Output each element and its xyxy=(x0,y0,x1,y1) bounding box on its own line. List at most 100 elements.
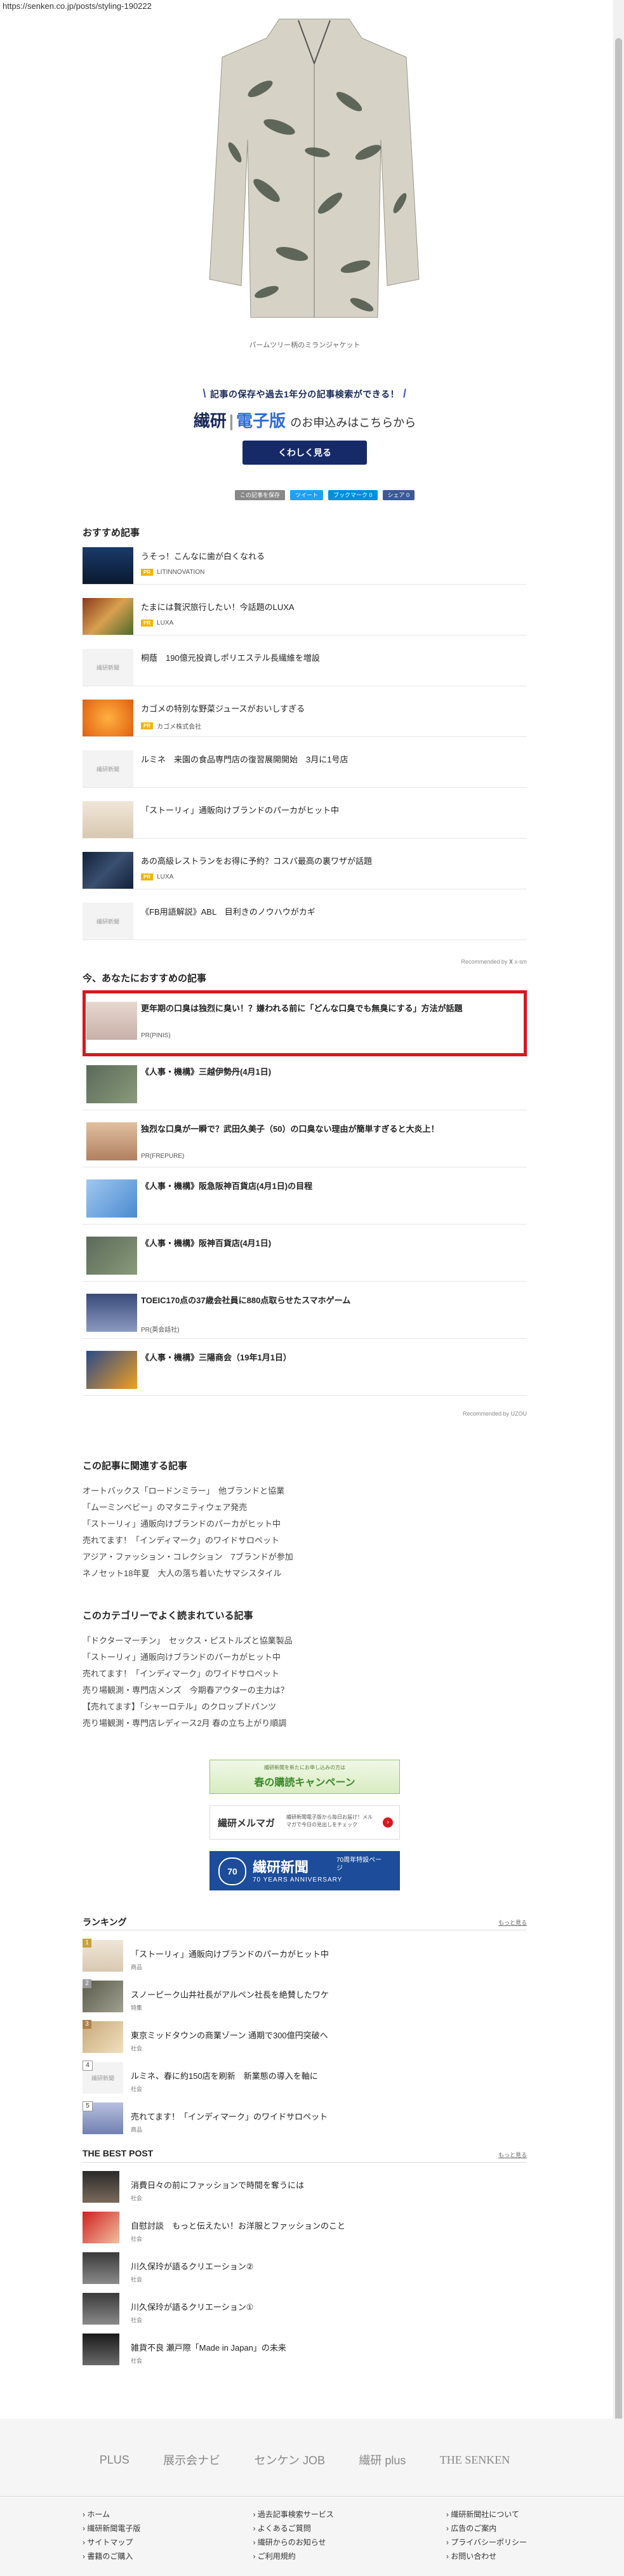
article-title[interactable]: 独烈な口臭が一瞬で？武田久美子（50）の口臭ない理由が簡単すぎると大炎上！ xyxy=(141,1122,522,1134)
list-item[interactable]: 《人事・機構》三越伊勢丹(4月1日) xyxy=(83,1056,527,1110)
article-thumbnail xyxy=(83,547,133,584)
article-title[interactable]: 「ストーリィ」通販向けブランドのパーカがヒット中 xyxy=(131,1948,329,1960)
ranking-item[interactable]: 5 売れてます！「インディマーク」のワイドサロペット 商品 xyxy=(83,2101,527,2141)
save-article-button[interactable]: この記事を保存 xyxy=(235,490,286,500)
article-thumbnail xyxy=(86,1122,137,1160)
ranking-item[interactable]: 3 東京ミッドタウンの商業ゾーン 通期で300億円突破へ 社会 xyxy=(83,2020,527,2059)
related-list: オートバックス「ロードンミラー」 他ブランドと協業 「ムーミンベビー」のマタニテ… xyxy=(83,1483,293,1582)
article-title[interactable]: 消費日々の前にファッションで時間を奪うには xyxy=(131,2179,304,2191)
best-post-item[interactable]: 川久保玲が語るクリエーション② 社会 xyxy=(83,2251,527,2290)
article-title[interactable]: あの高級レストランをお得に予約？コスパ最高の裏ワザが話題 xyxy=(141,854,522,866)
divider xyxy=(83,2162,527,2163)
list-item[interactable]: カゴメの特別な野菜ジュースがおいしすぎる PR カゴメ株式会社 xyxy=(83,696,527,737)
the-senken-logo[interactable]: THE SENKEN xyxy=(440,2453,510,2467)
article-title[interactable]: 《人事・機構》三陽商会（19年1月1日） xyxy=(141,1351,522,1363)
list-item[interactable]: 《人事・機構》阪神百貨店(4月1日) xyxy=(83,1228,527,1282)
list-item[interactable]: 繊研新聞 桐蔭 190億元投資しポリエステル長繊維を増設 xyxy=(83,645,527,686)
article-title[interactable]: 川久保玲が語るクリエーション① xyxy=(131,2300,253,2313)
related-link[interactable]: オートバックス「ロードンミラー」 他ブランドと協業 xyxy=(83,1483,293,1499)
footer-link[interactable]: › 繊研からのお知らせ xyxy=(253,2535,333,2549)
plus-logo[interactable]: PLUS xyxy=(100,2453,129,2467)
footer-link[interactable]: › 過去記事検索サービス xyxy=(253,2507,333,2521)
article-title[interactable]: 桐蔭 190億元投資しポリエステル長繊維を増設 xyxy=(141,651,522,663)
ranking-item[interactable]: 1 「ストーリィ」通販向けブランドのパーカがヒット中 商品 xyxy=(83,1939,527,1978)
ranking-item[interactable]: 繊研新聞 4 ルミネ、春に約150店を刷新 新業態の導入を軸に 社会 xyxy=(83,2061,527,2100)
related-link[interactable]: ネノセット18年夏 大人の落ち着いたサマシスタイル xyxy=(83,1565,293,1582)
article-title[interactable]: 《人事・機構》阪神百貨店(4月1日) xyxy=(141,1237,522,1249)
bookmark-button[interactable]: ブックマーク 0 xyxy=(328,490,378,500)
article-title[interactable]: たまには贅沢旅行したい！今話題のLUXA xyxy=(141,601,522,613)
article-title[interactable]: カゴメの特別な野菜ジュースがおいしすぎる xyxy=(141,702,522,714)
list-item[interactable]: 《人事・機構》三陽商会（19年1月1日） xyxy=(83,1342,527,1396)
best-post-title: THE BEST POST xyxy=(83,2148,154,2158)
footer-link[interactable]: › ホーム xyxy=(83,2507,140,2521)
best-post-item[interactable]: 雑貨不良 瀬戸際「Made in Japan」の未来 社会 xyxy=(83,2332,527,2372)
article-title[interactable]: うそっ！こんなに歯が白くなれる xyxy=(141,550,522,562)
article-title[interactable]: ルミネ、春に約150店を刷新 新業態の導入を軸に xyxy=(131,2069,318,2081)
footer-link[interactable]: › プライバシーポリシー xyxy=(446,2535,527,2549)
article-category: 特集 xyxy=(131,2005,143,2011)
related-link[interactable]: 売れてます！「インディマーク」のワイドサロペット xyxy=(83,1532,293,1549)
category-link[interactable]: 売り場観測・専門店レディース2月 春の立ち上がり順調 xyxy=(83,1715,293,1732)
facebook-share-button[interactable]: シェア 0 xyxy=(382,490,415,500)
category-link[interactable]: 「ドクターマーチン」 セックス・ピストルズと協業製品 xyxy=(83,1633,293,1649)
article-title[interactable]: ルミネ 来園の食品専門店の復習展開開始 3月に1号店 xyxy=(141,753,522,765)
best-post-item[interactable]: 消費日々の前にファッションで時間を奪うには 社会 xyxy=(83,2170,527,2209)
footer-link[interactable]: › 繊研新聞社について xyxy=(446,2507,527,2521)
promo-details-button[interactable]: くわしく見る xyxy=(242,441,367,465)
senken-job-logo[interactable]: センケン JOB xyxy=(255,2452,325,2468)
best-post-item[interactable]: 自慰討談 もっと伝えたい！お洋服とファッションのこと 社会 xyxy=(83,2210,527,2250)
footer-link[interactable]: › 書籍のご購入 xyxy=(83,2549,140,2563)
spring-campaign-banner[interactable]: 繊研新聞を新たにお申し込みの方は 春の購読キャンペーン xyxy=(209,1760,400,1794)
footer-link[interactable]: › ご利用規約 xyxy=(253,2549,333,2563)
article-title[interactable]: 自慰討談 もっと伝えたい！お洋服とファッションのこと xyxy=(131,2219,345,2231)
tenjikai-navi-logo[interactable]: 展示会ナビ xyxy=(163,2452,220,2468)
category-link[interactable]: 「ストーリィ」通販向けブランドのパーカがヒット中 xyxy=(83,1649,293,1666)
list-item[interactable]: 独烈な口臭が一瞬で？武田久美子（50）の口臭ない理由が簡単すぎると大炎上！ PR… xyxy=(83,1113,527,1167)
category-link[interactable]: 売れてます！「インディマーク」のワイドサロペット xyxy=(83,1666,293,1682)
footer-links: › ホーム › 繊研新聞電子版 › サイトマップ › 書籍のご購入 › 過去記事… xyxy=(83,2507,527,2563)
related-link[interactable]: アジア・ファッション・コレクション 7ブランドが参加 xyxy=(83,1549,293,1565)
list-item[interactable]: 繊研新聞 ルミネ 来園の食品専門店の復習展開開始 3月に1号店 xyxy=(83,747,527,788)
footer-link[interactable]: › 広告のご案内 xyxy=(446,2521,527,2535)
article-title[interactable]: 《人事・機構》阪急阪神百貨店(4月1日)の目程 xyxy=(141,1179,522,1192)
article-title[interactable]: 《人事・機構》三越伊勢丹(4月1日) xyxy=(141,1065,522,1077)
list-item[interactable]: TOEIC170点の37歳会社員に880点取らせたスマホゲーム PR(英会話社) xyxy=(83,1285,527,1339)
article-title[interactable]: TOEIC170点の37歳会社員に880点取らせたスマホゲーム xyxy=(141,1294,522,1306)
article-title[interactable]: 「ストーリィ」通販向けブランドのパーカがヒット中 xyxy=(141,804,522,816)
list-item[interactable]: 《人事・機構》阪急阪神百貨店(4月1日)の目程 xyxy=(83,1171,527,1225)
scrollbar-thumb[interactable] xyxy=(615,38,622,2546)
rank-number: 1 xyxy=(83,1939,91,1948)
tweet-button[interactable]: ツイート xyxy=(290,490,324,500)
category-link[interactable]: 売り場観測・専門店メンズ 今期春アウターの主力は？ xyxy=(83,1682,293,1699)
footer-link[interactable]: › よくあるご質問 xyxy=(253,2521,333,2535)
scrollbar[interactable] xyxy=(613,0,624,2576)
best-post-more-link[interactable]: もっと見る xyxy=(498,2151,527,2159)
mailmag-banner[interactable]: 繊研メルマガ 繊研新聞電子版から毎日お届け！メルマガで今日の見出しをチェック › xyxy=(209,1805,400,1840)
article-title[interactable]: 売れてます！「インディマーク」のワイドサロペット xyxy=(131,2110,328,2122)
ranking-more-link[interactable]: もっと見る xyxy=(498,1918,527,1927)
list-item[interactable]: うそっ！こんなに歯が白くなれる PR LITINNOVATION xyxy=(83,543,527,585)
article-title[interactable]: スノーピーク山井社長がアルペン社長を絶賛したワケ xyxy=(131,1988,329,2000)
category-link[interactable]: 【売れてます】「シャーロテル」のクロップドパンツ xyxy=(83,1699,293,1715)
article-title[interactable]: 雑貨不良 瀬戸際「Made in Japan」の未来 xyxy=(131,2341,286,2353)
article-title[interactable]: 川久保玲が語るクリエーション② xyxy=(131,2260,253,2272)
ranking-item[interactable]: 2 スノーピーク山井社長がアルペン社長を絶賛したワケ 特集 xyxy=(83,1979,527,2019)
list-item[interactable]: 「ストーリィ」通販向けブランドのパーカがヒット中 xyxy=(83,797,527,839)
article-title[interactable]: 《FB用語解説》ABL 目利きのノウハウがカギ xyxy=(141,905,522,917)
list-item[interactable]: あの高級レストランをお得に予約？コスパ最高の裏ワザが話題 PR LUXA xyxy=(83,848,527,889)
anniversary-badge: 70 xyxy=(218,1857,246,1885)
list-item[interactable]: たまには贅沢旅行したい！今話題のLUXA PR LUXA xyxy=(83,594,527,635)
footer-link[interactable]: › お問い合わせ xyxy=(446,2549,527,2563)
related-link[interactable]: 「ムーミンベビー」のマタニティウェア発売 xyxy=(83,1499,293,1516)
senken-plus-logo[interactable]: 繊研 plus xyxy=(359,2452,406,2468)
article-title[interactable]: 東京ミッドタウンの商業ゾーン 通期で300億円突破へ xyxy=(131,2029,328,2041)
recommended-by: Recommended by 𝐗 x-sm xyxy=(461,959,527,965)
list-item[interactable]: 繊研新聞 《FB用語解説》ABL 目利きのノウハウがカギ xyxy=(83,899,527,940)
related-link[interactable]: 「ストーリィ」通販向けブランドのパーカがヒット中 xyxy=(83,1516,293,1532)
footer-link[interactable]: › サイトマップ xyxy=(83,2535,140,2549)
recommended-title: おすすめ記事 xyxy=(83,528,140,538)
footer-link[interactable]: › 繊研新聞電子版 xyxy=(83,2521,140,2535)
anniversary-banner[interactable]: 70 繊研新聞 70周年特設ページ 70 YEARS ANNIVERSARY xyxy=(209,1851,400,1890)
best-post-item[interactable]: 川久保玲が語るクリエーション① 社会 xyxy=(83,2292,527,2331)
